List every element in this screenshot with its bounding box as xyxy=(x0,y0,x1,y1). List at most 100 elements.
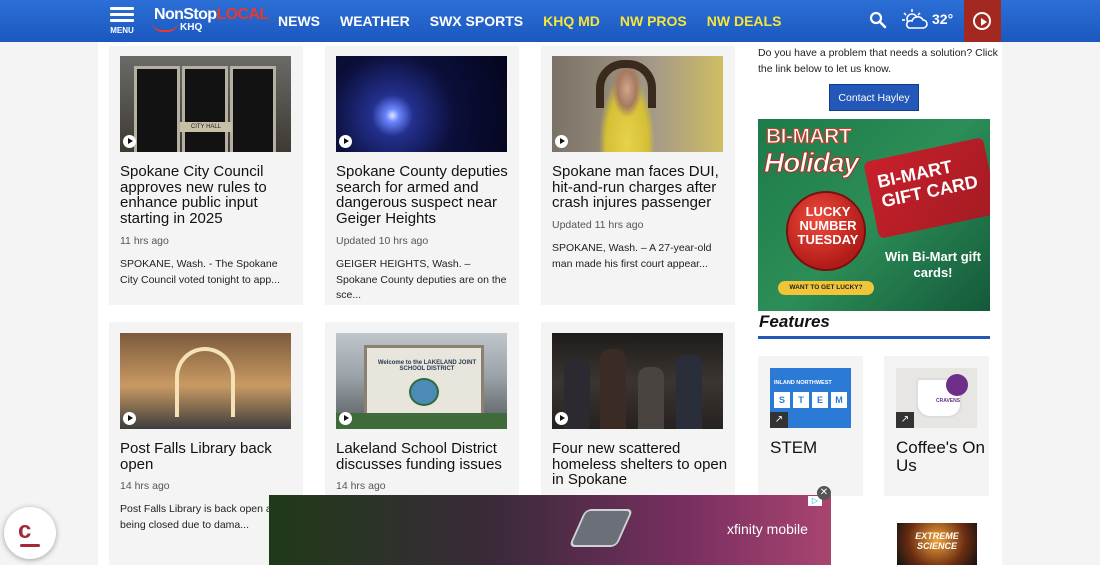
feature-title[interactable]: STEM xyxy=(770,439,860,457)
features-divider xyxy=(758,336,990,339)
article-timestamp: Updated 10 hrs ago xyxy=(336,235,429,247)
top-nav-bar: MENU NonStopLOCAL KHQ NEWS WEATHER SWX S… xyxy=(0,0,1100,42)
thumbnail-hair xyxy=(596,60,656,108)
ad-brand: BI-MART xyxy=(765,125,852,149)
external-link-icon: ↗ xyxy=(896,412,914,428)
live-video-button[interactable] xyxy=(964,0,1001,42)
problem-prompt-text: Do you have a problem that needs a solut… xyxy=(758,47,998,75)
article-summary: SPOKANE, Wash. – A 27-year-old man made … xyxy=(552,242,712,270)
building-arch xyxy=(230,66,276,152)
nav-link-khq-md[interactable]: KHQ MD xyxy=(543,13,600,29)
ad-brand-text: xfinity mobile xyxy=(727,521,808,537)
article-card[interactable]: Spokane man faces DUI, hit-and-run charg… xyxy=(541,46,735,305)
menu-label: MENU xyxy=(110,26,134,35)
ad-cta: WANT TO GET LUCKY? xyxy=(778,281,874,295)
nav-link-nw-deals[interactable]: NW DEALS xyxy=(707,13,782,29)
bimart-advertisement[interactable]: BI-MART Holiday BI-MART GIFT CARD LUCKY … xyxy=(758,119,990,311)
contact-hayley-button[interactable]: Contact Hayley xyxy=(829,84,919,111)
article-headline[interactable]: Spokane man faces DUI, hit-and-run charg… xyxy=(552,164,732,211)
ad-headline: Holiday xyxy=(763,147,859,179)
hamburger-icon-bar xyxy=(110,19,134,22)
chat-logo-icon: c xyxy=(18,517,32,544)
ad-phone-image xyxy=(568,509,634,547)
video-play-icon xyxy=(123,412,136,425)
article-thumbnail[interactable]: CITY HALL xyxy=(120,56,291,152)
hamburger-icon-bar xyxy=(110,13,134,16)
search-icon[interactable] xyxy=(869,11,887,29)
article-timestamp: 14 hrs ago xyxy=(336,480,386,492)
thumbnail-figure xyxy=(676,355,702,429)
article-thumbnail[interactable] xyxy=(552,333,723,429)
article-thumbnail[interactable] xyxy=(552,56,723,152)
thumbnail-sign: CITY HALL xyxy=(180,122,232,132)
feature-thumbnail[interactable]: CRAVENS ↗ xyxy=(896,368,977,428)
article-summary: SPOKANE, Wash. - The Spokane City Counci… xyxy=(120,258,280,286)
main-content: CITY HALL Spokane City Council approves … xyxy=(98,42,1002,565)
partly-cloudy-icon[interactable] xyxy=(901,8,929,32)
article-card[interactable]: Spokane County deputies search for armed… xyxy=(325,46,519,305)
feature-title[interactable]: Coffee's On Us xyxy=(896,439,986,475)
stem-letter: T xyxy=(793,392,809,408)
nav-link-news[interactable]: NEWS xyxy=(278,13,320,29)
article-summary: GEIGER HEIGHTS, Wash. – Spokane County d… xyxy=(336,258,507,301)
article-card[interactable]: CITY HALL Spokane City Council approves … xyxy=(109,46,303,305)
coffee-thumb-label: CRAVENS xyxy=(936,398,961,404)
ad-gift-card-text: BI-MART GIFT CARD xyxy=(875,156,980,212)
feature-card-stem[interactable]: INLAND NORTHWEST S T E M ↗ STEM xyxy=(758,356,863,496)
stem-letter: E xyxy=(812,392,828,408)
logo-subtext: KHQ xyxy=(180,22,203,33)
thumbnail-grass xyxy=(336,413,507,429)
main-nav: NEWS WEATHER SWX SPORTS KHQ MD NW PROS N… xyxy=(278,0,801,42)
play-icon xyxy=(973,12,991,30)
nav-link-swx-sports[interactable]: SWX SPORTS xyxy=(430,13,523,29)
external-link-icon: ↗ xyxy=(770,412,788,428)
features-heading: Features xyxy=(759,312,830,331)
nav-link-nw-pros[interactable]: NW PROS xyxy=(620,13,687,29)
article-thumbnail[interactable] xyxy=(336,56,507,152)
school-sign-text: Welcome to the LAKELAND JOINT SCHOOL DIS… xyxy=(377,360,477,372)
building-arch xyxy=(134,66,180,152)
ad-ornament-text: LUCKY NUMBER TUESDAY xyxy=(797,204,859,247)
close-ad-icon[interactable]: ✕ xyxy=(817,486,831,500)
menu-button[interactable]: MENU xyxy=(108,5,136,37)
building-arch xyxy=(182,66,228,152)
article-headline[interactable]: Post Falls Library back open xyxy=(120,441,300,472)
article-timestamp: Updated 11 hrs ago xyxy=(552,219,644,231)
video-play-icon xyxy=(555,135,568,148)
article-headline[interactable]: Spokane County deputies search for armed… xyxy=(336,164,516,226)
feature-card-coffee[interactable]: CRAVENS ↗ Coffee's On Us xyxy=(884,356,989,496)
bottom-banner-ad[interactable]: xfinity mobile xyxy=(269,495,831,565)
video-play-icon xyxy=(339,135,352,148)
play-icon-triangle xyxy=(981,18,987,26)
logo-text-part-1: NonStop xyxy=(154,6,217,23)
temperature[interactable]: 32° xyxy=(932,11,953,27)
nav-link-weather[interactable]: WEATHER xyxy=(340,13,410,29)
ad-ornament: LUCKY NUMBER TUESDAY xyxy=(786,191,866,271)
site-logo[interactable]: NonStopLOCAL KHQ xyxy=(152,6,269,36)
article-thumbnail[interactable] xyxy=(120,333,291,429)
article-headline[interactable]: Spokane City Council approves new rules … xyxy=(120,164,300,226)
ad-gift-card: BI-MART GIFT CARD xyxy=(863,137,990,239)
chat-logo-underline xyxy=(20,544,40,547)
article-headline[interactable]: Lakeland School District discusses fundi… xyxy=(336,441,516,472)
video-play-icon xyxy=(339,412,352,425)
stem-letter: S xyxy=(774,392,790,408)
article-headline[interactable]: Four new scattered homeless shelters to … xyxy=(552,441,732,488)
science-thumb-label: EXTREME SCIENCE xyxy=(915,531,959,551)
stem-letter: M xyxy=(831,392,847,408)
ad-win-text: Win Bi-Mart gift cards! xyxy=(885,249,981,280)
feature-thumbnail[interactable]: INLAND NORTHWEST S T E M ↗ xyxy=(770,368,851,428)
article-thumbnail[interactable]: Welcome to the LAKELAND JOINT SCHOOL DIS… xyxy=(336,333,507,429)
logo-text-part-2: LOCAL xyxy=(216,6,269,23)
stem-letters: S T E M xyxy=(774,392,850,408)
stem-thumb-label: INLAND NORTHWEST xyxy=(774,380,832,386)
feature-thumbnail-extreme-science[interactable]: EXTREME SCIENCE xyxy=(897,523,977,565)
video-play-icon xyxy=(555,412,568,425)
hamburger-icon xyxy=(110,7,134,10)
thumbnail-figure xyxy=(600,349,626,429)
thumbnail-figure xyxy=(638,367,664,429)
library-vault xyxy=(175,347,235,417)
chat-widget-button[interactable]: c xyxy=(4,507,56,559)
article-timestamp: 11 hrs ago xyxy=(120,235,169,247)
article-timestamp: 14 hrs ago xyxy=(120,480,170,492)
